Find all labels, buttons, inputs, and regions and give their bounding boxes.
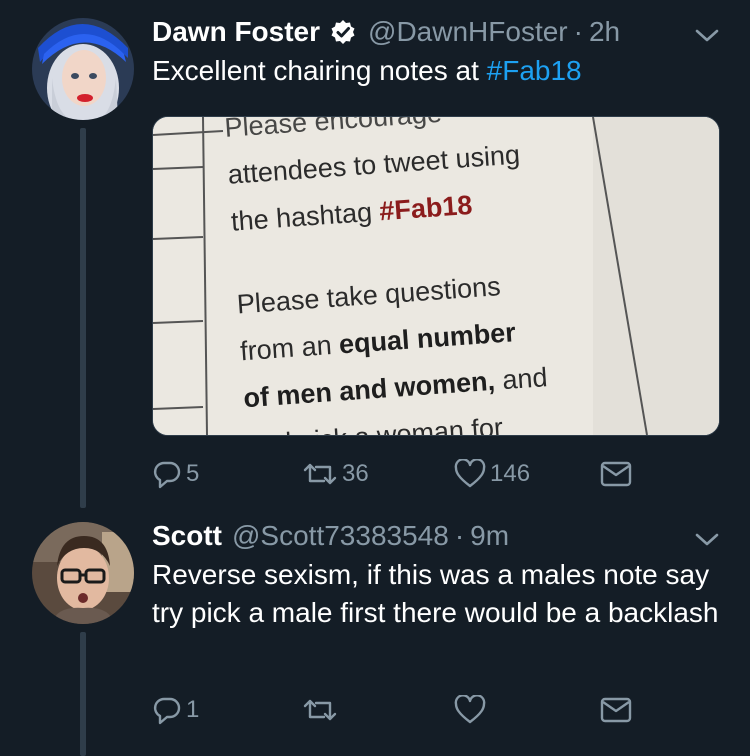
- reply-count: 1: [186, 696, 200, 723]
- tweet-dawn-foster[interactable]: Dawn Foster @DawnHFoster · 2h Excellent …: [0, 0, 750, 508]
- tweet-actions: 1: [152, 690, 642, 730]
- direct-message-button[interactable]: [600, 690, 632, 730]
- photo-line-text: from an: [239, 329, 341, 367]
- heart-icon: [454, 459, 486, 489]
- heart-icon: [454, 695, 486, 725]
- photo-hashtag: #Fab18: [378, 189, 474, 227]
- envelope-icon: [600, 696, 632, 724]
- reply-icon: [152, 459, 182, 489]
- avatar[interactable]: [32, 522, 134, 624]
- tweet-text: Reverse sexism, if this was a males note…: [152, 559, 719, 628]
- photo-bold-text: equal number: [337, 317, 517, 360]
- retweet-icon: [302, 459, 338, 489]
- envelope-icon: [600, 460, 632, 488]
- separator-dot: ·: [454, 520, 465, 551]
- tweet-header: Dawn Foster @DawnHFoster · 2h: [152, 14, 690, 50]
- avatar[interactable]: [32, 18, 134, 120]
- tweet-actions: 5 36 146: [152, 454, 642, 494]
- photo-bold-text: of men and women,: [242, 365, 496, 414]
- reply-button[interactable]: 1: [152, 690, 199, 730]
- user-handle[interactable]: @DawnHFoster: [368, 16, 568, 48]
- retweet-icon: [302, 695, 338, 725]
- hashtag-link[interactable]: #Fab18: [487, 55, 582, 86]
- timestamp[interactable]: 9m: [470, 520, 509, 552]
- chevron-down-icon[interactable]: [694, 26, 720, 46]
- reply-icon: [152, 695, 182, 725]
- tweet-text: Excellent chairing notes at #Fab18: [152, 52, 720, 90]
- retweet-button[interactable]: 36: [302, 454, 369, 494]
- reply-count: 5: [186, 460, 200, 487]
- retweet-count: 36: [342, 460, 369, 487]
- chevron-down-icon[interactable]: [694, 530, 720, 550]
- like-count: 146: [490, 460, 531, 487]
- photo-line-text: and: [493, 362, 549, 396]
- like-button[interactable]: 146: [454, 454, 530, 494]
- like-button[interactable]: [454, 690, 490, 730]
- retweet-button[interactable]: [302, 690, 342, 730]
- user-handle[interactable]: @Scott73383548: [232, 520, 449, 552]
- display-name[interactable]: Dawn Foster: [152, 16, 320, 48]
- thread-line: [80, 128, 86, 508]
- timestamp[interactable]: 2h: [589, 16, 620, 48]
- photo-notes-text: Please encourage attendees to tweet usin…: [223, 117, 719, 435]
- tweet-header: Scott @Scott73383548 · 9m: [152, 518, 690, 554]
- display-name[interactable]: Scott: [152, 520, 222, 552]
- tweet-photo[interactable]: Please encourage attendees to tweet usin…: [152, 116, 720, 436]
- reply-button[interactable]: 5: [152, 454, 199, 494]
- tweet-text-body: Excellent chairing notes at: [152, 55, 487, 86]
- photo-line-text: the hashtag: [230, 196, 381, 237]
- verified-badge-icon: [330, 19, 356, 45]
- thread-line: [80, 632, 86, 756]
- separator-dot: ·: [573, 16, 583, 47]
- direct-message-button[interactable]: [600, 454, 632, 494]
- tweet-scott[interactable]: Scott @Scott73383548 · 9m Reverse sexism…: [0, 500, 750, 756]
